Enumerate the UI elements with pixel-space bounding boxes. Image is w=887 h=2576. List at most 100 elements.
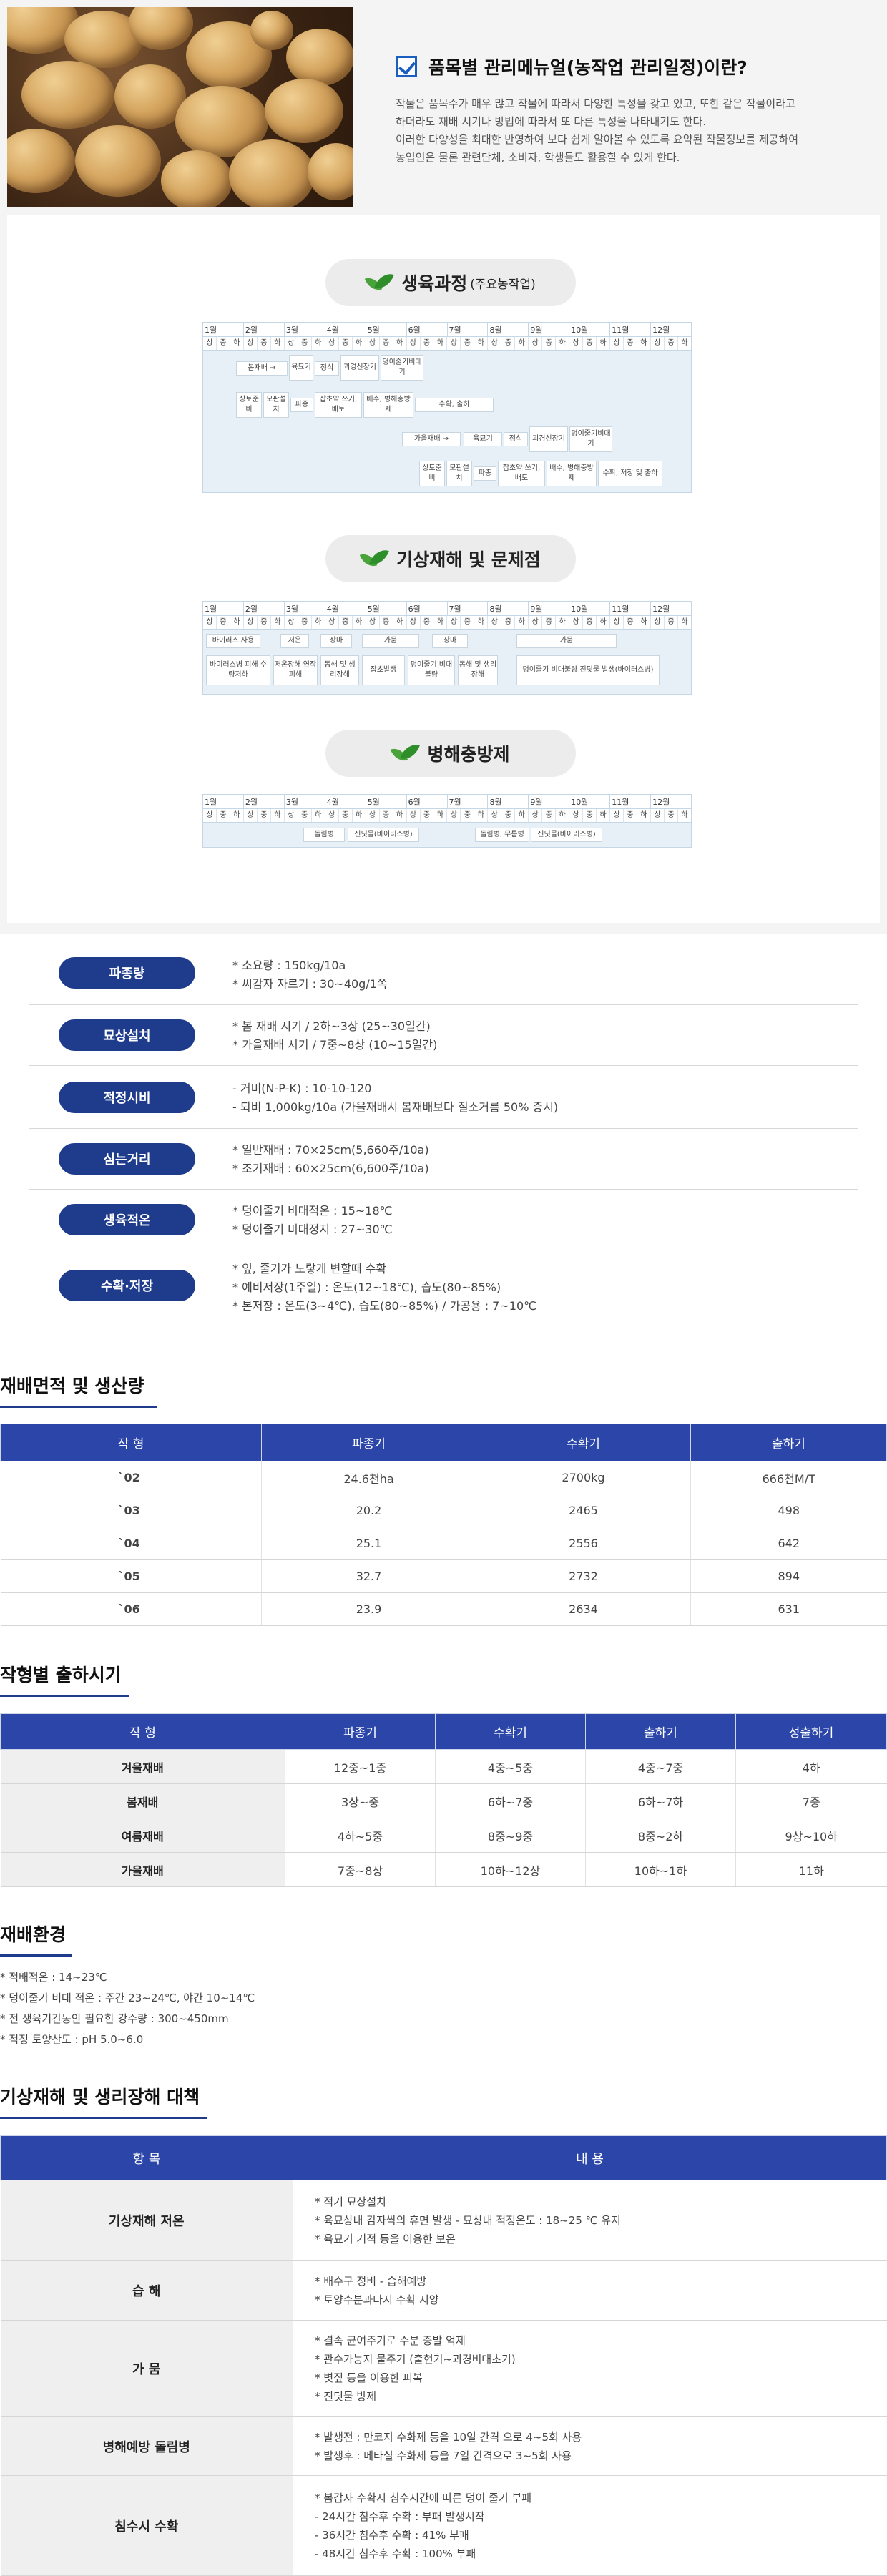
growth-block: 파종 <box>290 398 313 412</box>
intro-line: 이러한 다양성을 최대한 반영하여 보다 쉽게 알아볼 수 있도록 요약된 작물… <box>396 133 799 146</box>
calendar-period: 상 <box>609 809 623 822</box>
content-line: * 관수가능지 물주기 (출현기~괴경비대초기) <box>315 2353 516 2366</box>
content-line: - 48시간 침수후 수확 : 100% 부패 <box>315 2547 476 2560</box>
calendar-period: 상 <box>528 809 541 822</box>
table-cell: `06 <box>0 1592 262 1626</box>
title-underline <box>0 1406 157 1408</box>
disaster-block: 잡초발생 <box>362 655 405 685</box>
calendar-period: 상 <box>365 337 379 350</box>
table-cell: 666천M/T <box>690 1461 887 1494</box>
pest-block: 진딧물(바이러스병) <box>348 828 419 842</box>
calendar-month: 5월 <box>365 795 406 808</box>
calendar-period: 상 <box>406 809 420 822</box>
growth-subtitle: (주요농작업) <box>470 277 536 292</box>
calendar-period: 상 <box>528 616 541 629</box>
growth-title-pill: 생육과정 (주요농작업) <box>325 259 576 306</box>
growth-block: 육묘기 <box>464 432 502 446</box>
calendar-body: 바이러스 사용 저온 장마 가뭄 장마 가뭄 바이러스병 피해 수량저하 저온장… <box>203 630 691 694</box>
content-cell: * 봄감자 수확시 침수시간에 따른 덩이 줄기 부패 - 24시간 침수후 수… <box>293 2475 887 2576</box>
growth-block: 덩이줄기비대기 <box>381 355 423 381</box>
growth-block: 상토준비 <box>419 461 445 486</box>
period-table: 작 형 파종기 수확기 출하기 성출하기 겨울재배 12중~1중 4중~5중 4중~7… <box>0 1713 887 1887</box>
calendar-period: 중 <box>541 337 555 350</box>
potato-photo <box>7 7 353 207</box>
calendar-month: 10월 <box>569 602 609 615</box>
disaster-block: 가뭄 <box>362 634 419 648</box>
content-line: * 토양수분과다시 수확 지양 <box>315 2293 439 2306</box>
table-row: 여름재배 4하~5중 8중~9중 8중~2하 9상~10하 <box>0 1818 887 1853</box>
calendar-period: 하 <box>310 337 325 350</box>
calendar-period: 중 <box>297 616 311 629</box>
growth-block: 가을재배 → <box>402 432 461 446</box>
growth-calendar: 1월 2월 3월 4월 5월 6월 7월 8월 9월 10월 11월 12월 상 중 하 상 중 하 상 중 하 상 중 하 상… <box>202 322 692 493</box>
calendar-period: 중 <box>623 809 637 822</box>
calendar-period: 상 <box>650 809 664 822</box>
calendar-period: 상 <box>487 809 501 822</box>
calendar-month: 4월 <box>324 323 366 336</box>
calendar-period: 하 <box>433 337 446 350</box>
env-section-title: 재배환경 <box>0 1921 72 1957</box>
calendar-period: 중 <box>338 337 352 350</box>
calendar-period: 하 <box>351 337 366 350</box>
calendar-period: 중 <box>663 809 677 822</box>
calendar-period: 하 <box>637 809 650 822</box>
disaster-block: 덩이줄기 비대불량 <box>408 655 455 685</box>
schedule-box: 생육과정 (주요농작업) 1월 2월 3월 4월 5월 6월 7월 8월 9월 10월 11월 12월… <box>7 215 880 923</box>
calendar-period: 상 <box>446 616 460 629</box>
calendar-month: 4월 <box>324 795 366 808</box>
calendar-period: 중 <box>297 337 311 350</box>
calendar-period-row: 상중하상중하상중하상중하상중하상중하상중하상중하상중하상중하상중하상중하 <box>203 337 691 351</box>
info-label-badge: 파종량 <box>59 957 195 989</box>
row-label: 가 뭄 <box>0 2320 293 2417</box>
table-header-row: 항 목 내 용 <box>0 2135 887 2180</box>
calendar-period: 하 <box>351 809 366 822</box>
env-line: * 적배적온 : 14~23℃ <box>0 1971 107 1984</box>
calendar-period: 상 <box>324 337 338 350</box>
content-line: - 24시간 침수후 수확 : 부패 발생시작 <box>315 2509 485 2523</box>
calendar-period: 상 <box>242 337 257 350</box>
calendar-period: 상 <box>406 337 420 350</box>
info-line: * 소요량 : 150kg/10a <box>232 959 346 972</box>
calendar-period: 중 <box>378 809 393 822</box>
table-cell: 20.2 <box>261 1494 476 1527</box>
calendar-period: 하 <box>555 809 569 822</box>
content-line: * 진딧물 방제 <box>315 2390 377 2403</box>
calendar-month: 11월 <box>609 323 650 336</box>
disaster-block: 덩이줄기 비대불량 진딧물 발생(바이러스병) <box>516 655 660 685</box>
table-cell: 6하~7하 <box>585 1783 736 1818</box>
growth-title: 생육과정 <box>401 273 468 294</box>
growth-block: 봄재배 → <box>236 361 288 376</box>
table-cell: 9상~10하 <box>735 1818 887 1853</box>
table-cell: `05 <box>0 1559 262 1593</box>
calendar-month: 10월 <box>569 795 609 808</box>
calendar-period: 하 <box>433 809 446 822</box>
growth-block: 잡초약 쓰기, 배토 <box>498 461 545 486</box>
calendar-month: 8월 <box>487 602 528 615</box>
calendar-period: 상 <box>487 616 501 629</box>
calendar-period: 상 <box>569 809 582 822</box>
table-row: `02 24.6천ha 2700kg 666천M/T <box>0 1461 887 1494</box>
content-line: * 적기 묘상설치 <box>315 2195 386 2208</box>
table-cell: 498 <box>690 1494 887 1527</box>
info-label-badge: 심는거리 <box>59 1143 195 1175</box>
column-header: 작 형 <box>0 1713 285 1750</box>
column-header: 작 형 <box>0 1424 262 1461</box>
pest-block: 돌림병, 무름병 <box>475 828 529 842</box>
table-cell: 23.9 <box>261 1592 476 1626</box>
calendar-month: 11월 <box>609 602 650 615</box>
table-cell: `03 <box>0 1494 262 1527</box>
disaster-block: 바이러스병 피해 수량저하 <box>206 655 270 685</box>
env-line: * 덩이줄기 비대 적온 : 주간 23~24℃, 야간 10~14℃ <box>0 1992 255 2004</box>
growth-block: 파종 <box>474 466 496 481</box>
table-cell: 2700kg <box>476 1461 691 1494</box>
disaster-block: 장마 <box>320 634 352 648</box>
info-line: * 잎, 줄기가 노랗게 변할때 수확 <box>232 1262 387 1275</box>
calendar-period: 중 <box>338 809 352 822</box>
countermeasures-title-text: 기상재해 및 생리장해 대책 <box>0 2087 200 2107</box>
calendar-month: 9월 <box>528 602 569 615</box>
content-cell: * 결속 균여주기로 수분 증발 억제 * 관수가능지 물주기 (출현기~괴경비… <box>293 2320 887 2417</box>
table-cell: 11하 <box>735 1852 887 1887</box>
calendar-period: 중 <box>541 616 555 629</box>
table-cell: 24.6천ha <box>261 1461 476 1494</box>
calendar-period: 상 <box>446 337 460 350</box>
